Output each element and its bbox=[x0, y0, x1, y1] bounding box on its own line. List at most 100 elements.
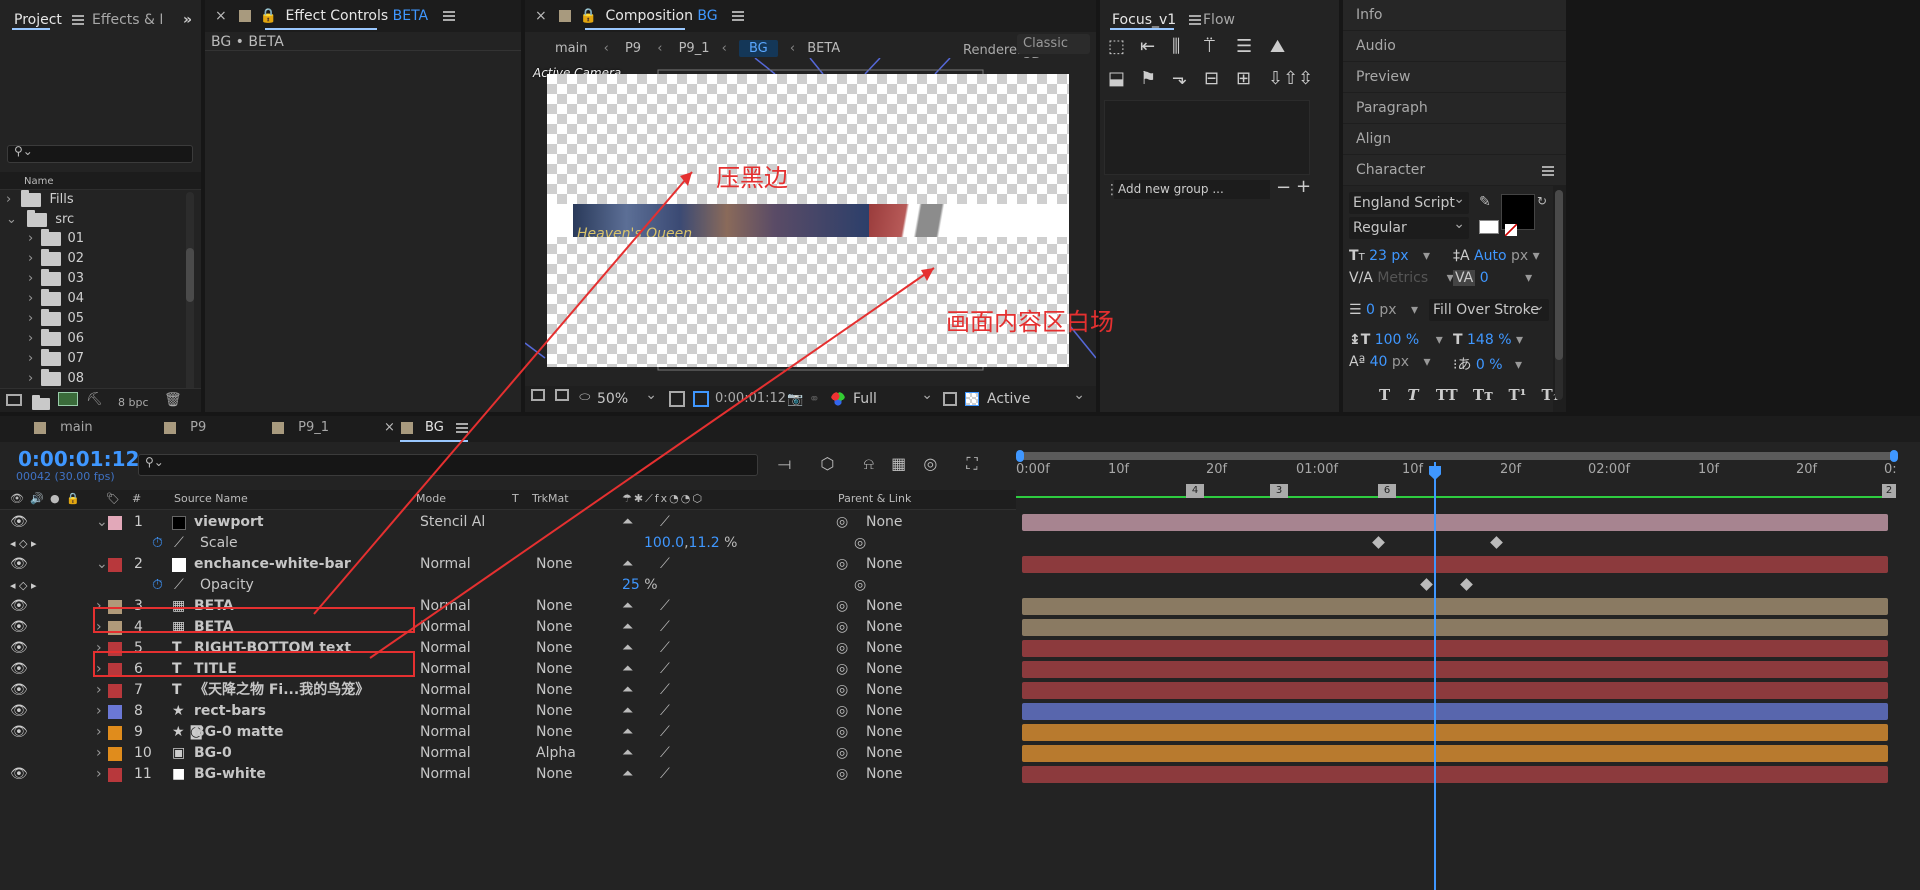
panel-item-info[interactable]: Info bbox=[1343, 0, 1566, 30]
property-value[interactable]: 25 % bbox=[622, 575, 658, 596]
stopwatch-icon[interactable]: ⏱ bbox=[152, 575, 163, 596]
panel-menu-icon[interactable] bbox=[1542, 166, 1554, 176]
switch-quality-icon[interactable]: ⟋ bbox=[660, 764, 670, 785]
expression-pickwhip-icon[interactable]: ◎ bbox=[854, 533, 866, 554]
remove-group-button[interactable]: − bbox=[1276, 177, 1291, 198]
horizontal-scale-field[interactable]: T 148 % ▾ bbox=[1453, 332, 1523, 348]
tracking-field[interactable]: VA 0 ▾ bbox=[1453, 270, 1532, 286]
shy-layers-icon[interactable]: ⍾ bbox=[863, 454, 874, 473]
parent-pickwhip-icon[interactable]: ◎ bbox=[836, 512, 848, 533]
panel-item-paragraph[interactable]: Paragraph bbox=[1343, 93, 1566, 123]
expression-pickwhip-icon[interactable]: ◎ bbox=[854, 575, 866, 596]
graph-icon[interactable]: ⟋ bbox=[174, 575, 184, 596]
parent-pickwhip-icon[interactable]: ◎ bbox=[836, 659, 848, 680]
region-of-interest-icon[interactable] bbox=[943, 392, 957, 406]
timeline-tab-bg[interactable]: × BG bbox=[384, 420, 468, 435]
parent-pickwhip-icon[interactable]: ◎ bbox=[836, 680, 848, 701]
tree-item[interactable]: › 08 bbox=[28, 368, 84, 386]
switch-shy-icon[interactable]: ⏶ bbox=[622, 554, 633, 575]
tsume-field[interactable]: ⁝あ 0 % ▾ bbox=[1453, 354, 1522, 374]
label-color[interactable] bbox=[108, 663, 122, 677]
breadcrumb-item[interactable]: main bbox=[555, 41, 587, 56]
expand-chevron-icon[interactable]: › bbox=[96, 764, 102, 785]
close-icon[interactable]: × bbox=[215, 8, 227, 24]
tracking-value[interactable]: 0 bbox=[1480, 270, 1489, 286]
safe-zones-icon[interactable] bbox=[669, 391, 685, 407]
close-icon[interactable]: × bbox=[384, 420, 395, 435]
blend-mode-dropdown[interactable]: Stencil Al bbox=[420, 512, 498, 533]
label-color[interactable] bbox=[108, 768, 122, 782]
faux-bold-button[interactable]: T bbox=[1379, 386, 1390, 404]
layer-duration-bar[interactable] bbox=[1022, 556, 1888, 573]
stopwatch-icon[interactable]: ⏱ bbox=[152, 533, 163, 554]
work-area-bar[interactable] bbox=[1018, 452, 1894, 460]
font-family-dropdown[interactable]: England Script bbox=[1349, 188, 1469, 214]
blend-mode-dropdown[interactable]: Normal bbox=[420, 617, 471, 638]
stroke-none-swatch[interactable] bbox=[1479, 220, 1499, 234]
stroke-width-field[interactable]: ☰ 0 px ▾ bbox=[1349, 302, 1418, 318]
graph-editor-icon[interactable]: ⛶ bbox=[966, 454, 977, 473]
layer-name[interactable]: BG-white bbox=[194, 764, 266, 785]
label-column-icon[interactable]: 🏷 bbox=[106, 492, 120, 505]
new-composition-icon[interactable] bbox=[58, 392, 78, 406]
chevron-right-icon[interactable]: › bbox=[28, 351, 33, 366]
expand-chevron-icon[interactable]: › bbox=[96, 638, 102, 659]
switch-shy-icon[interactable]: ⏶ bbox=[622, 680, 633, 701]
switch-shy-icon[interactable]: ⏶ bbox=[622, 764, 633, 785]
layer-name[interactable]: viewport bbox=[194, 512, 264, 533]
layer-row[interactable]: › 10 ▣ BG-0 Normal Alpha ⏶ ⟋ ◎ None bbox=[0, 743, 1020, 764]
layer-duration-bar[interactable] bbox=[1022, 703, 1888, 720]
parent-pickwhip-icon[interactable]: ◎ bbox=[836, 743, 848, 764]
bpc-label[interactable]: 8 bpc bbox=[118, 396, 149, 409]
comp-marker[interactable]: 3 bbox=[1270, 484, 1288, 498]
parent-dropdown[interactable]: None bbox=[866, 638, 903, 659]
layer-name[interactable]: enchance-white-bar bbox=[194, 554, 351, 575]
parent-pickwhip-icon[interactable]: ◎ bbox=[836, 722, 848, 743]
lock-column-icon[interactable]: 🔒 bbox=[66, 492, 80, 505]
label-color[interactable] bbox=[108, 705, 122, 719]
chevron-down-icon[interactable]: ⌄ bbox=[6, 212, 17, 227]
tree-item[interactable]: › 04 bbox=[28, 288, 84, 306]
layer-duration-bar[interactable] bbox=[1022, 640, 1888, 657]
kerning-field[interactable]: V/A Metrics ▾ bbox=[1349, 270, 1454, 286]
parent-dropdown[interactable]: None bbox=[866, 743, 903, 764]
no-stroke-icon[interactable] bbox=[1505, 224, 1517, 236]
eye-icon[interactable]: 👁 bbox=[10, 554, 28, 575]
breadcrumb-item[interactable]: BETA bbox=[807, 41, 840, 56]
layer-name[interactable]: rect-bars bbox=[194, 701, 266, 722]
panel-item-character[interactable]: Character bbox=[1343, 155, 1566, 185]
add-group-button[interactable]: + bbox=[1296, 176, 1311, 197]
motion-blur-icon[interactable]: ◎ bbox=[923, 454, 937, 473]
comp-marker[interactable]: 2 bbox=[1882, 484, 1896, 498]
vertical-scale-field[interactable]: ↨T 100 % ▾ bbox=[1349, 332, 1443, 348]
eye-icon[interactable]: 👁 bbox=[10, 512, 28, 533]
parent-dropdown[interactable]: None bbox=[866, 680, 903, 701]
layer-row[interactable]: 👁 ⌄ 1 viewport Stencil Al ⏶ ⟋ ◎ None bbox=[0, 512, 1020, 533]
chevron-right-icon[interactable]: › bbox=[6, 192, 11, 207]
layer-duration-bar[interactable] bbox=[1022, 514, 1888, 531]
layer-row[interactable]: 👁 › 9 ★ ◙ BG-0 matte Normal None ⏶ ⟋ ◎ None bbox=[0, 722, 1020, 743]
tree-item[interactable]: › 01 bbox=[28, 228, 84, 246]
audio-column-icon[interactable]: 🔊 bbox=[30, 492, 44, 505]
number-column[interactable]: # bbox=[132, 492, 141, 505]
stroke-mode-dropdown[interactable]: Fill Over Stroke bbox=[1429, 295, 1549, 321]
frame-blending-icon[interactable]: ▦ bbox=[891, 454, 906, 473]
graph-icon[interactable]: ⟋ bbox=[174, 533, 184, 554]
eye-icon[interactable]: 👁 bbox=[10, 596, 28, 617]
tree-item[interactable]: ⌄ src bbox=[6, 209, 74, 230]
add-group-input[interactable]: Add new group ... bbox=[1114, 180, 1270, 199]
layer-row[interactable]: 👁 › 5 T RIGHT-BOTTOM text Normal None ⏶ ⟋ ◎ None bbox=[0, 638, 1020, 659]
solo-column-icon[interactable]: ● bbox=[50, 492, 60, 505]
expand-chevron-icon[interactable]: › bbox=[96, 596, 102, 617]
expand-chevron-icon[interactable]: › bbox=[96, 701, 102, 722]
parent-pickwhip-icon[interactable]: ◎ bbox=[836, 701, 848, 722]
eye-icon[interactable]: 👁 bbox=[10, 617, 28, 638]
parent-dropdown[interactable]: None bbox=[866, 512, 903, 533]
comp-mini-flowchart-icon[interactable]: ⟞ bbox=[778, 454, 791, 473]
draft-3d-icon[interactable]: ⬡ bbox=[820, 454, 834, 473]
trkmat-dropdown[interactable]: None bbox=[536, 764, 573, 785]
breadcrumb-item-active[interactable]: BG bbox=[738, 40, 778, 57]
label-color[interactable] bbox=[108, 558, 122, 572]
leading-value[interactable]: Auto bbox=[1474, 248, 1507, 264]
keyframe[interactable] bbox=[1490, 536, 1503, 549]
